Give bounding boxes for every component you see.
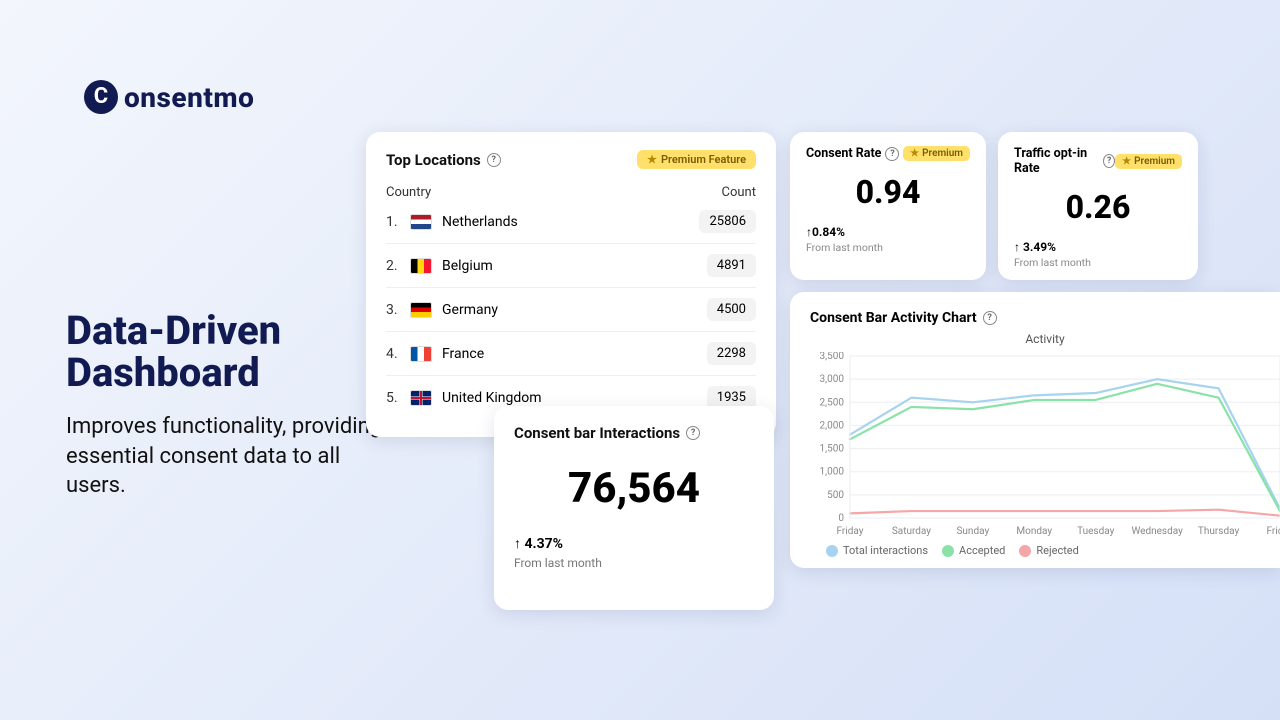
traffic-rate-delta: ↑ 3.49% [1014,240,1182,254]
help-icon[interactable]: ? [885,147,899,161]
flag-icon [410,258,432,274]
table-row: 1. Netherlands 25806 [386,200,756,244]
brand-mark: C [84,80,118,114]
flag-icon [410,302,432,318]
premium-badge: Premium Feature [637,150,756,169]
svg-text:Friday: Friday [837,526,864,537]
svg-text:Friday: Friday [1267,526,1280,537]
table-header: Country Count [386,185,756,200]
row-country: Netherlands [442,214,518,230]
help-icon[interactable]: ? [487,153,501,167]
activity-chart: 0 500 1,000 1,500 2,000 2,500 3,000 3,500 Friday… [810,352,1280,538]
col-country: Country [386,185,431,200]
legend-rejected: Rejected [1019,544,1078,557]
svg-text:0: 0 [838,513,844,524]
help-icon[interactable]: ? [983,311,997,325]
svg-text:Thursday: Thursday [1198,526,1240,537]
row-count: 2298 [707,342,756,365]
consent-rate-value: 0.94 [806,173,970,211]
svg-text:1,000: 1,000 [820,467,845,478]
svg-text:500: 500 [827,490,844,501]
row-count: 4891 [707,254,756,277]
legend-accepted: Accepted [942,544,1005,557]
row-country: Germany [442,302,498,318]
premium-badge: Premium [903,146,970,161]
svg-text:Tuesday: Tuesday [1077,526,1114,537]
svg-text:1,500: 1,500 [820,444,845,455]
top-locations-title: Top Locations ? [386,151,501,169]
page-subtitle: Improves functionality, providing essent… [66,412,386,501]
interactions-title-text: Consent bar Interactions [514,424,680,442]
row-rank: 3. [386,302,400,318]
consent-rate-sub: From last month [806,241,970,254]
page-title: Data-Driven Dashboard [66,310,386,394]
col-count: Count [722,185,756,200]
flag-icon [410,390,432,406]
flag-icon [410,214,432,230]
interactions-title: Consent bar Interactions ? [514,424,754,442]
row-country: Belgium [442,258,493,274]
svg-text:Wednesday: Wednesday [1131,526,1183,537]
consent-rate-delta: ↑0.84% [806,225,970,239]
brand-mark-letter: C [94,86,108,108]
svg-text:2,500: 2,500 [820,397,845,408]
legend-total: Total interactions [826,544,928,557]
traffic-rate-sub: From last month [1014,256,1182,269]
brand-logo: C onsentmo [84,80,254,114]
svg-text:3,500: 3,500 [820,352,845,362]
flag-icon [410,346,432,362]
activity-chart-card: Consent Bar Activity Chart ? Activity 0 5… [790,292,1280,568]
help-icon[interactable]: ? [686,426,700,440]
row-rank: 2. [386,258,400,274]
table-row: 4. France 2298 [386,332,756,376]
table-row: 2. Belgium 4891 [386,244,756,288]
row-rank: 1. [386,214,400,230]
row-country: France [442,346,484,362]
row-count: 4500 [707,298,756,321]
traffic-rate-value: 0.26 [1014,188,1182,226]
svg-text:Monday: Monday [1016,526,1052,537]
help-icon[interactable]: ? [1103,154,1115,168]
top-locations-title-text: Top Locations [386,151,481,169]
interactions-card: Consent bar Interactions ? 76,564 ↑ 4.37… [494,406,774,610]
svg-text:Sunday: Sunday [956,526,989,537]
row-rank: 4. [386,346,400,362]
svg-text:2,000: 2,000 [820,420,845,431]
activity-chart-title: Consent Bar Activity Chart ? [810,310,1280,326]
premium-badge: Premium [1115,154,1182,169]
traffic-rate-title: Traffic opt-in Rate ? [1014,146,1115,176]
row-country: United Kingdom [442,390,542,406]
interactions-delta: ↑ 4.37% [514,535,754,552]
interactions-value: 76,564 [514,464,754,513]
table-row: 3. Germany 4500 [386,288,756,332]
chart-legend: Total interactions Accepted Rejected [810,544,1280,557]
interactions-sub: From last month [514,556,754,570]
traffic-rate-card: Traffic opt-in Rate ? Premium 0.26 ↑ 3.4… [998,132,1198,280]
consent-rate-card: Consent Rate ? Premium 0.94 ↑0.84% From … [790,132,986,280]
row-count: 25806 [699,210,756,233]
row-rank: 5. [386,390,400,406]
svg-text:3,000: 3,000 [820,374,845,385]
brand-name: onsentmo [124,81,254,114]
svg-text:Saturday: Saturday [892,526,931,537]
top-locations-card: Top Locations ? Premium Feature Country … [366,132,776,437]
hero: Data-Driven Dashboard Improves functiona… [66,310,386,501]
consent-rate-title: Consent Rate ? [806,146,899,161]
activity-chart-subtitle: Activity [810,332,1280,346]
